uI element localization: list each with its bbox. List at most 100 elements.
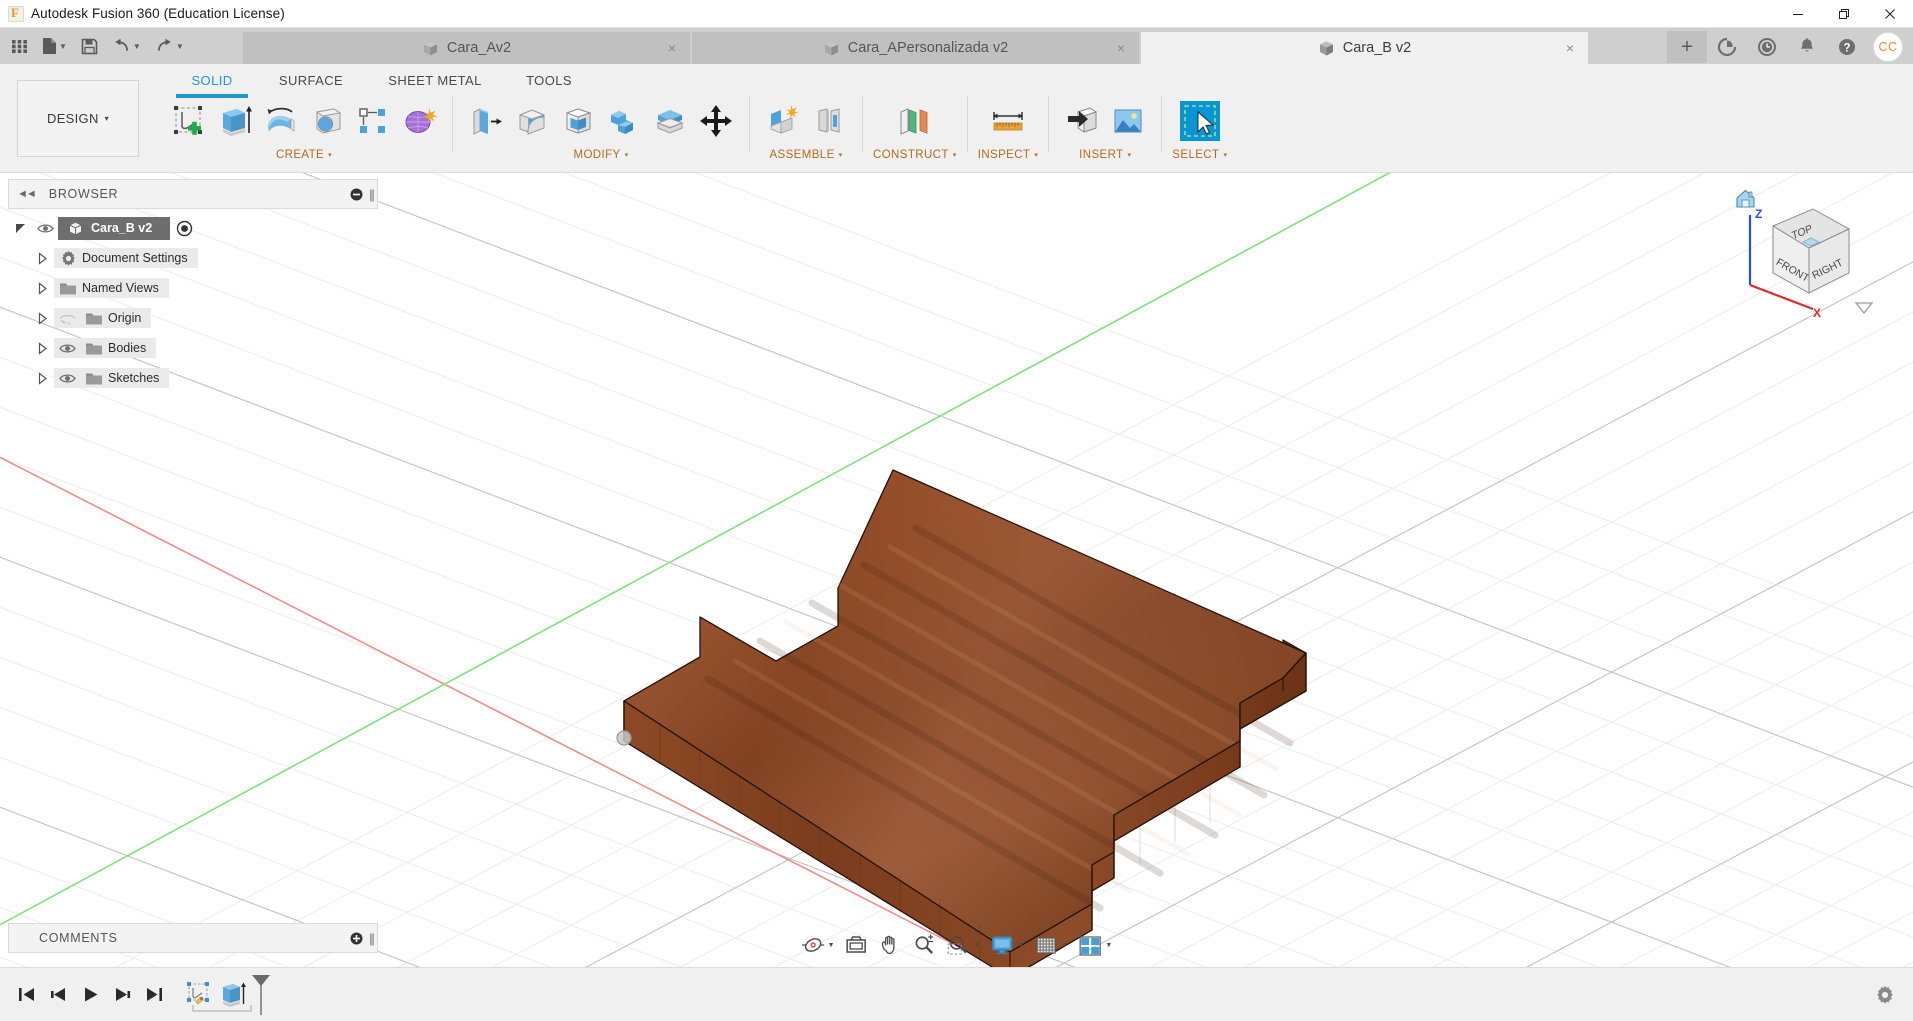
chevron-down-icon[interactable]: ▾: [328, 151, 332, 159]
look-at-icon[interactable]: [840, 928, 874, 962]
job-status-clock-icon[interactable]: [1747, 30, 1787, 64]
triangle-collapsed-icon[interactable]: [30, 282, 54, 295]
radio-selected-icon[interactable]: [176, 220, 193, 237]
tree-item-sketches[interactable]: Sketches: [8, 363, 378, 393]
collapse-left-icon[interactable]: ◄◄: [17, 188, 35, 200]
gear-icon[interactable]: [1875, 985, 1895, 1005]
measure-icon[interactable]: [982, 96, 1034, 146]
chevron-down-icon[interactable]: ▾: [1223, 151, 1227, 159]
chevron-down-icon[interactable]: ▾: [839, 151, 843, 159]
app-grid-icon[interactable]: [4, 30, 35, 62]
maximize-icon[interactable]: [1821, 0, 1867, 28]
chevron-down-icon[interactable]: ▼: [133, 42, 141, 51]
select-icon[interactable]: [1174, 96, 1226, 146]
sweep-icon[interactable]: [304, 96, 350, 146]
zoom-icon[interactable]: [908, 928, 942, 962]
offset-plane-icon[interactable]: [889, 96, 941, 146]
pan-icon[interactable]: [874, 928, 908, 962]
close-icon[interactable]: [1867, 0, 1913, 28]
shell-icon[interactable]: [555, 96, 601, 146]
chevron-down-icon[interactable]: ▼: [1105, 942, 1112, 949]
triangle-expanded-icon[interactable]: [8, 222, 32, 235]
extrude-icon[interactable]: [212, 96, 258, 146]
chevron-down-icon[interactable]: ▾: [1034, 151, 1038, 159]
chevron-down-icon[interactable]: ▼: [59, 42, 67, 51]
chevron-down-icon[interactable]: ▾: [953, 151, 957, 159]
save-icon[interactable]: [74, 30, 105, 62]
chevron-down-icon[interactable]: ▼: [1061, 942, 1068, 949]
new-tab-button[interactable]: +: [1667, 31, 1707, 63]
panel-grip-icon[interactable]: |||: [369, 187, 373, 202]
new-component-icon[interactable]: [760, 96, 806, 146]
move-copy-icon[interactable]: [693, 96, 739, 146]
timeline-begin-icon[interactable]: [10, 975, 42, 1015]
chevron-down-icon[interactable]: ▼: [828, 942, 835, 949]
timeline-end-icon[interactable]: [138, 975, 170, 1015]
triangle-collapsed-icon[interactable]: [30, 372, 54, 385]
notifications-bell-icon[interactable]: [1787, 30, 1827, 64]
document-tab-1[interactable]: Cara_Av2 ×: [243, 32, 690, 64]
zoom-window-icon[interactable]: ▼: [942, 928, 986, 962]
eye-hidden-icon[interactable]: [54, 312, 80, 325]
chevron-down-icon[interactable]: ▼: [974, 942, 981, 949]
insert-canvas-icon[interactable]: [1105, 96, 1151, 146]
split-face-icon[interactable]: [647, 96, 693, 146]
create-sketch-icon[interactable]: [166, 96, 212, 146]
panel-grip-icon[interactable]: |||: [369, 931, 373, 946]
chevron-down-icon[interactable]: ▼: [176, 42, 184, 51]
panel-minimize-icon[interactable]: [350, 188, 363, 201]
eye-visible-icon[interactable]: [54, 372, 80, 385]
document-tab-3[interactable]: Cara_B v2 ×: [1141, 32, 1588, 64]
timeline-prev-icon[interactable]: [42, 975, 74, 1015]
comments-panel[interactable]: COMMENTS |||: [8, 923, 378, 953]
timeline-marker[interactable]: [250, 973, 272, 1017]
help-question-icon[interactable]: ?: [1827, 30, 1867, 64]
tab-surface[interactable]: SURFACE: [256, 70, 366, 94]
workspace-switcher-design[interactable]: DESIGN ▾: [17, 80, 139, 157]
triangle-collapsed-icon[interactable]: [30, 342, 54, 355]
insert-derive-icon[interactable]: [1059, 96, 1105, 146]
tab-tools[interactable]: TOOLS: [504, 70, 594, 94]
orbit-icon[interactable]: ▼: [796, 928, 840, 962]
eye-visible-icon[interactable]: [54, 342, 80, 355]
tab-solid[interactable]: SOLID: [168, 70, 256, 94]
tab-sheet-metal[interactable]: SHEET METAL: [366, 70, 504, 94]
viewports-icon[interactable]: ▼: [1073, 928, 1117, 962]
tree-root-chip[interactable]: Cara_B v2: [58, 217, 170, 240]
timeline-next-icon[interactable]: [106, 975, 138, 1015]
extensions-icon[interactable]: [1707, 30, 1747, 64]
close-icon[interactable]: ×: [1117, 40, 1125, 56]
tree-item-bodies[interactable]: Bodies: [8, 333, 378, 363]
avatar[interactable]: CC: [1873, 32, 1903, 62]
chevron-down-icon[interactable]: ▼: [1018, 942, 1025, 949]
browser-panel-header[interactable]: ◄◄ BROWSER |||: [8, 179, 378, 209]
viewcube[interactable]: Z X TOP FRONT RIGHT: [1727, 181, 1877, 321]
fillet-icon[interactable]: [509, 96, 555, 146]
minimize-icon[interactable]: [1775, 0, 1821, 28]
undo-icon[interactable]: ▼: [105, 30, 148, 62]
tree-item-origin[interactable]: Origin: [8, 303, 378, 333]
timeline-play-icon[interactable]: [74, 975, 106, 1015]
file-icon[interactable]: ▼: [35, 30, 74, 62]
revolve-icon[interactable]: [258, 96, 304, 146]
close-icon[interactable]: ×: [1566, 40, 1574, 56]
triangle-collapsed-icon[interactable]: [30, 312, 54, 325]
triangle-collapsed-icon[interactable]: [30, 252, 54, 265]
chevron-down-icon[interactable]: ▾: [1128, 151, 1132, 159]
document-tab-2[interactable]: Cara_APersonalizada v2 ×: [692, 32, 1139, 64]
joint-icon[interactable]: [806, 96, 852, 146]
tree-item-document-settings[interactable]: Document Settings: [8, 243, 378, 273]
combine-icon[interactable]: [601, 96, 647, 146]
pattern-icon[interactable]: [350, 96, 396, 146]
grid-snaps-icon[interactable]: ▼: [1029, 928, 1073, 962]
tree-item-root[interactable]: Cara_B v2: [8, 213, 378, 243]
display-settings-icon[interactable]: ▼: [986, 928, 1030, 962]
close-icon[interactable]: ×: [668, 40, 676, 56]
chevron-down-icon[interactable]: ▾: [625, 151, 629, 159]
eye-visible-icon[interactable]: [32, 222, 58, 235]
add-comment-icon[interactable]: [350, 932, 363, 945]
tree-item-named-views[interactable]: Named Views: [8, 273, 378, 303]
press-pull-icon[interactable]: [463, 96, 509, 146]
form-icon[interactable]: [396, 96, 442, 146]
redo-icon[interactable]: ▼: [148, 30, 191, 62]
